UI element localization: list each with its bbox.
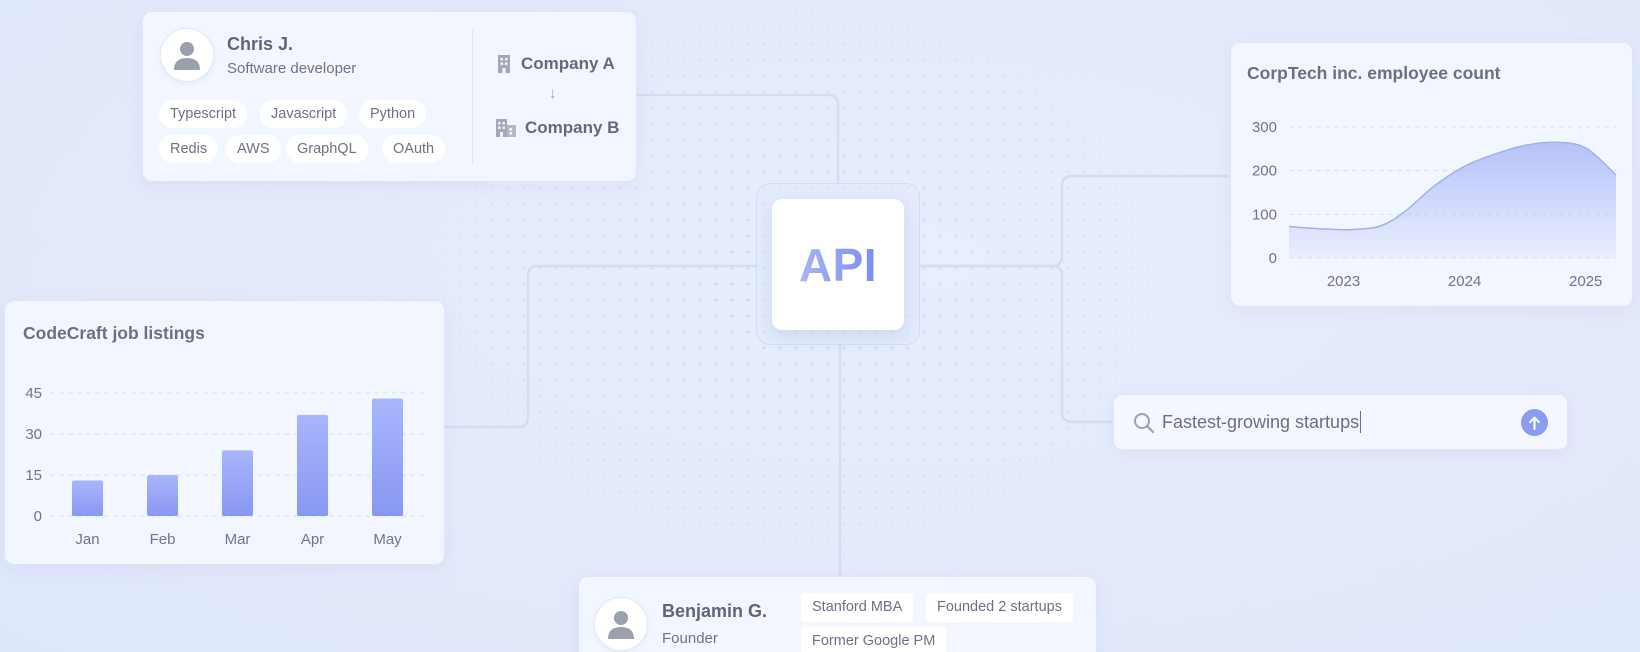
area-chart: 0 100 200 300 2023 2024 2025: [1252, 119, 1617, 290]
card-divider: [472, 29, 473, 165]
company-to-label: Company B: [525, 118, 620, 137]
person-name: Chris J.: [227, 34, 294, 54]
area-series: [1289, 142, 1616, 258]
connector-job-chart: [443, 264, 758, 429]
skill-chip: Python: [359, 100, 427, 128]
api-node: API: [772, 199, 904, 330]
person-role: Software developer: [227, 60, 357, 77]
x-tick-label: 2025: [1569, 273, 1602, 290]
search-bar[interactable]: Fastest-growing startups: [1113, 394, 1568, 450]
building-icon: [496, 119, 516, 137]
tag-chip: Former Google PM: [801, 627, 947, 652]
company-from-label: Company A: [521, 54, 615, 73]
user-icon: [174, 42, 200, 70]
y-tick-label: 0: [1269, 250, 1277, 267]
y-tick-label: 15: [25, 467, 42, 484]
building-icon: [498, 55, 510, 73]
company-to: Company B: [495, 118, 619, 138]
skill-chip: Javascript: [260, 100, 348, 128]
person-name: Benjamin G.: [662, 601, 768, 621]
bar: [222, 450, 253, 516]
connector-search: [918, 264, 1115, 424]
x-tick-label: Jan: [75, 531, 99, 548]
y-tick-label: 30: [25, 426, 42, 443]
y-tick-label: 200: [1252, 163, 1277, 180]
profile-card-chris: Chris J. Software developer Typescript J…: [142, 11, 637, 182]
job-listings-card: CodeCraft job listings 0 15 30 45 Jan Feb Mar A…: [4, 300, 445, 565]
search-input[interactable]: Fastest-growing startups: [1162, 411, 1362, 433]
skill-chip: AWS: [226, 135, 281, 163]
send-button[interactable]: [1521, 409, 1548, 436]
x-tick-label: 2024: [1448, 273, 1481, 290]
bar: [147, 475, 178, 516]
bar-chart: 0 15 30 45 Jan Feb Mar Apr May: [25, 385, 425, 548]
user-icon: [608, 611, 634, 639]
connector-employee-chart: [918, 174, 1232, 268]
x-tick-label: May: [373, 531, 402, 548]
skill-chip: Typescript: [159, 100, 248, 128]
bar: [372, 398, 403, 516]
y-tick-label: 0: [34, 508, 42, 525]
tag-chip: Stanford MBA: [801, 593, 914, 622]
y-tick-label: 100: [1252, 206, 1277, 223]
profile-card-benjamin: Benjamin G. Founder Stanford MBA Founded…: [578, 576, 1097, 652]
x-tick-label: 2023: [1327, 273, 1360, 290]
employee-count-card: CorpTech inc. employee count 0 100 200 300 2…: [1230, 42, 1633, 307]
company-from: Company A: [495, 54, 615, 74]
skill-chip: GraphQL: [286, 135, 368, 163]
bar: [72, 480, 103, 516]
connector-top-profile: [635, 93, 840, 185]
avatar: [160, 28, 214, 82]
x-tick-label: Feb: [150, 531, 176, 548]
arrow-down-icon: ↓: [549, 85, 557, 102]
skill-chip: Redis: [159, 135, 219, 163]
x-tick-label: Apr: [301, 531, 324, 548]
person-role: Founder: [662, 630, 718, 647]
search-icon: [1134, 413, 1155, 434]
avatar: [594, 597, 648, 651]
tag-chip: Founded 2 startups: [926, 593, 1073, 622]
x-tick-label: Mar: [225, 531, 251, 548]
y-tick-label: 300: [1252, 119, 1277, 136]
api-label: API: [798, 238, 878, 291]
skill-chip: OAuth: [382, 135, 446, 163]
y-tick-label: 45: [25, 385, 42, 402]
arrow-up-icon: [1529, 416, 1540, 430]
bar: [297, 414, 328, 516]
